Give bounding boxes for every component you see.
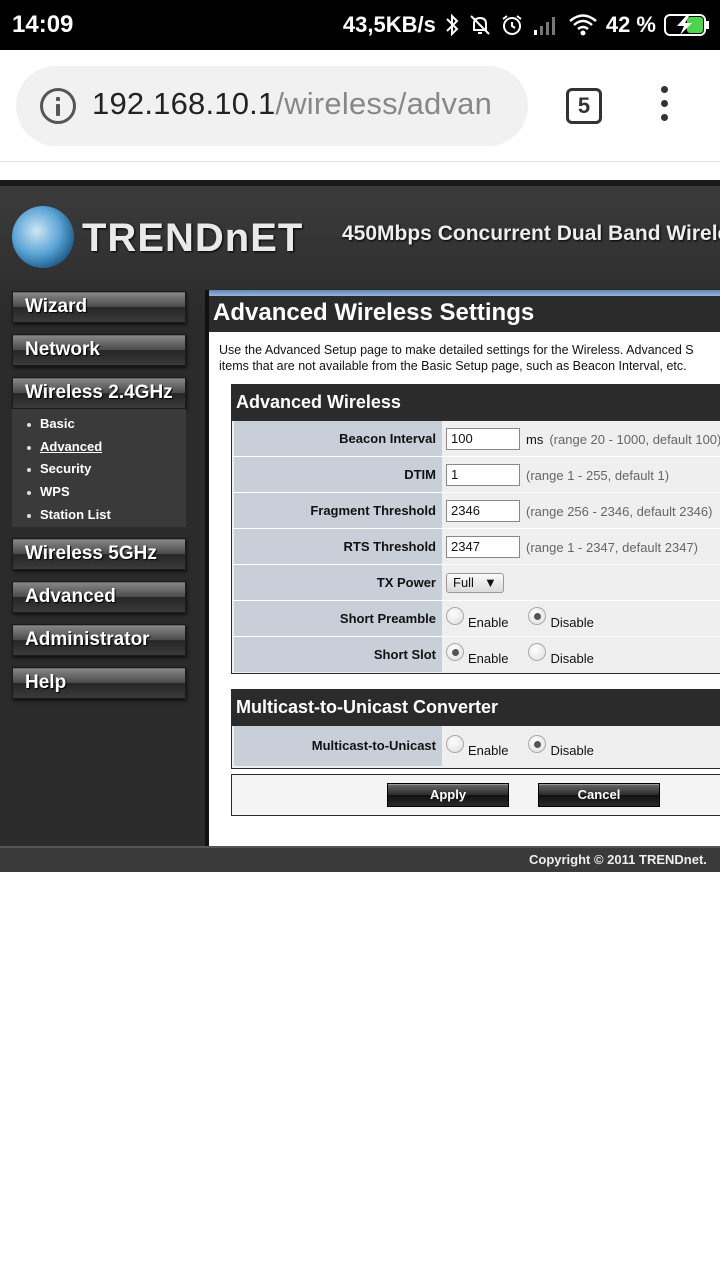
sidebar-wireless24-button[interactable]: Wireless 2.4GHz [12, 377, 186, 409]
rts-threshold-input[interactable]: 2347 [446, 536, 520, 558]
sidebar-advanced-button[interactable]: Advanced [12, 581, 186, 613]
url-path: /wireless/advan [275, 86, 493, 121]
fragment-threshold-row: Fragment Threshold 2346 (range 256 - 234… [232, 493, 720, 529]
footer: Copyright © 2011 TRENDnet. [0, 846, 720, 872]
cancel-button[interactable]: Cancel [538, 783, 660, 807]
dtim-row: DTIM 1 (range 1 - 255, default 1) [232, 457, 720, 493]
page-title: Advanced Wireless Settings [209, 296, 720, 332]
url-host: 192.168.10.1 [92, 86, 276, 121]
section-heading: Multicast-to-Unicast Converter [232, 690, 720, 726]
wifi-icon [568, 13, 598, 37]
submenu-item-security[interactable]: Security [27, 461, 91, 476]
dtim-hint: (range 1 - 255, default 1) [526, 467, 670, 483]
trendnet-logo-icon [12, 206, 74, 268]
sidebar-help-button[interactable]: Help [12, 667, 186, 699]
rts-hint: (range 1 - 2347, default 2347) [526, 539, 699, 555]
apply-button[interactable]: Apply [387, 783, 509, 807]
net-speed: 43,5KB/s [342, 12, 436, 37]
short-slot-row: Short Slot Enable Disable [232, 637, 720, 673]
beacon-interval-row: Beacon Interval 100 ms (range 20 - 1000,… [232, 421, 720, 457]
rts-threshold-row: RTS Threshold 2347 (range 1 - 2347, defa… [232, 529, 720, 565]
status-icons: 43,5KB/s 42 % [343, 8, 710, 42]
multicast-enable-radio[interactable] [446, 735, 464, 753]
advanced-wireless-section: Advanced Wireless Beacon Interval 100 ms… [231, 384, 720, 674]
battery-percent: 42 % [605, 12, 656, 37]
slot-enable-radio[interactable] [446, 643, 464, 661]
brand-name: TRENDnET [82, 216, 304, 260]
multicast-row: Multicast-to-Unicast Enable Disable [232, 726, 720, 768]
multicast-disable-option[interactable]: Disable [528, 735, 594, 759]
beacon-interval-input[interactable]: 100 [446, 428, 520, 450]
slot-enable-option[interactable]: Enable [446, 643, 508, 667]
submenu-item-station-list[interactable]: Station List [27, 507, 111, 522]
intro-text: Use the Advanced Setup page to make deta… [219, 343, 694, 373]
sidebar-wizard-button[interactable]: Wizard [12, 291, 186, 323]
tx-power-select[interactable]: Full ▼ [446, 573, 504, 593]
signal-icon [532, 14, 560, 36]
battery-charging-icon [664, 13, 710, 37]
beacon-unit: ms [526, 431, 544, 447]
multicast-disable-radio[interactable] [528, 735, 547, 753]
sidebar-network-button[interactable]: Network [12, 334, 186, 366]
slot-disable-option[interactable]: Disable [528, 643, 594, 667]
submenu-item-advanced[interactable]: Advanced [27, 439, 102, 454]
url-bar[interactable]: 192.168.10.1/wireless/advan [16, 66, 528, 146]
url-text[interactable]: 192.168.10.1/wireless/advan [92, 86, 492, 122]
multicast-enable-option[interactable]: Enable [446, 735, 508, 759]
bell-muted-icon [468, 13, 492, 37]
wireless24-submenu: Basic Advanced Security WPS Station List [12, 409, 186, 527]
info-icon[interactable] [40, 88, 76, 124]
fragment-hint: (range 256 - 2346, default 2346) [526, 503, 713, 519]
section-heading: Advanced Wireless [232, 385, 720, 421]
content-panel: Advanced Wireless Settings Use the Advan… [205, 290, 720, 850]
browser-toolbar: 192.168.10.1/wireless/advan 5 [0, 50, 720, 162]
beacon-hint: (range 20 - 1000, default 100) [549, 431, 720, 447]
copyright-text: Copyright © 2011 TRENDnet. [529, 852, 707, 867]
action-bar: Apply Cancel [231, 774, 720, 816]
status-bar: 14:09 43,5KB/s 42 % [0, 0, 720, 50]
alarm-icon [500, 13, 524, 37]
status-time: 14:09 [12, 11, 74, 38]
preamble-disable-option[interactable]: Disable [528, 607, 594, 631]
submenu-item-wps[interactable]: WPS [27, 484, 70, 499]
preamble-enable-option[interactable]: Enable [446, 607, 508, 631]
preamble-enable-radio[interactable] [446, 607, 464, 625]
tab-switcher-button[interactable]: 5 [566, 88, 602, 124]
dtim-input[interactable]: 1 [446, 464, 520, 486]
more-menu-icon[interactable] [656, 86, 672, 126]
short-preamble-row: Short Preamble Enable Disable [232, 601, 720, 637]
preamble-disable-radio[interactable] [528, 607, 547, 625]
tx-power-row: TX Power Full ▼ [232, 565, 720, 601]
dropdown-arrow-icon: ▼ [483, 575, 497, 590]
product-slogan: 450Mbps Concurrent Dual Band Wirele [342, 222, 720, 245]
bluetooth-icon [444, 13, 460, 37]
router-page: TRENDnET 450Mbps Concurrent Dual Band Wi… [0, 180, 720, 872]
slot-disable-radio[interactable] [528, 643, 547, 661]
multicast-section: Multicast-to-Unicast Converter Multicast… [231, 689, 720, 769]
sidebar-administrator-button[interactable]: Administrator [12, 624, 186, 656]
sidebar-wireless5-button[interactable]: Wireless 5GHz [12, 538, 186, 570]
submenu-item-basic[interactable]: Basic [27, 416, 75, 431]
fragment-threshold-input[interactable]: 2346 [446, 500, 520, 522]
